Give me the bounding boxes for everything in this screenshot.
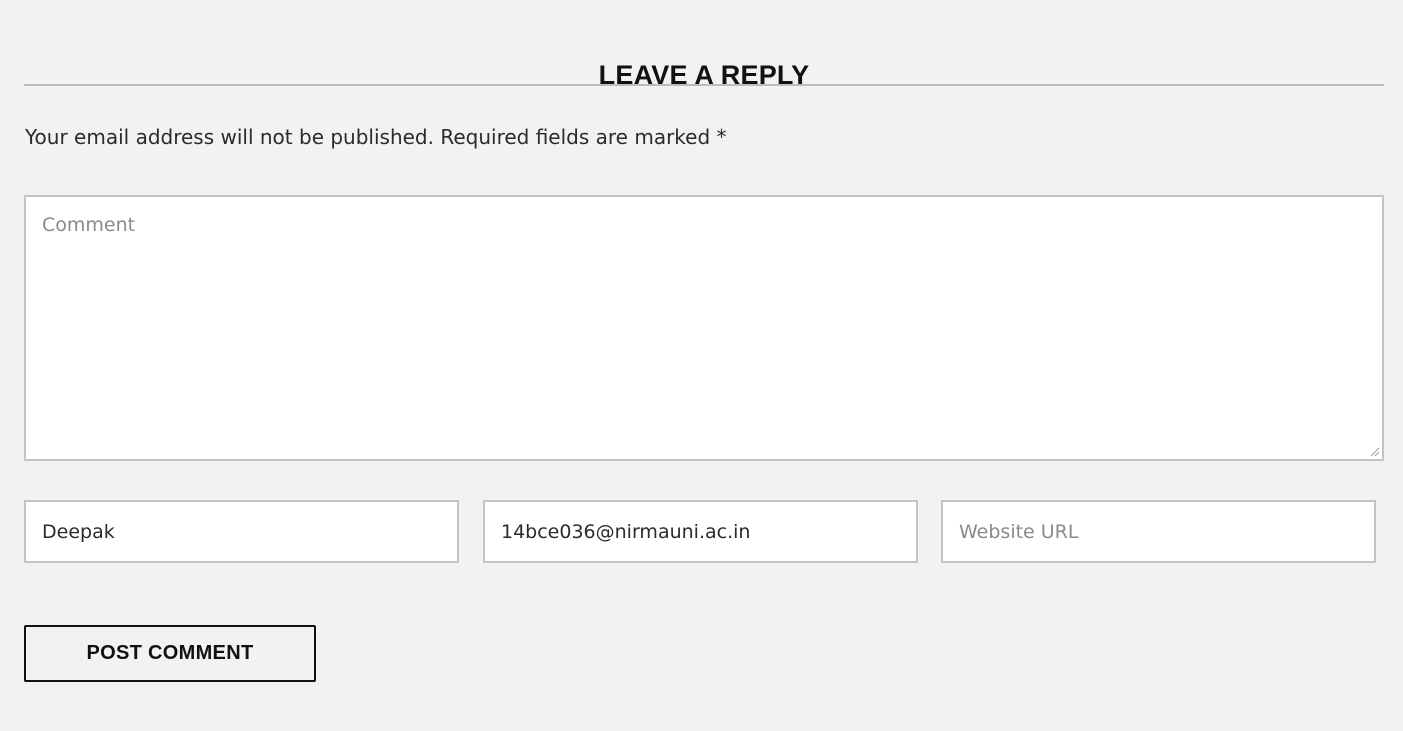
comment-field-wrapper	[24, 195, 1384, 461]
post-comment-button[interactable]: POST COMMENT	[24, 625, 316, 682]
comment-textarea[interactable]	[26, 197, 1382, 459]
reply-heading: LEAVE A REPLY	[598, 60, 810, 91]
email-input[interactable]	[485, 502, 916, 561]
resize-grip-icon[interactable]	[1370, 447, 1380, 457]
required-fields-notice: Your email address will not be published…	[25, 125, 727, 149]
website-url-input[interactable]	[943, 502, 1374, 561]
heading-divider	[24, 84, 1384, 86]
name-field-wrapper	[24, 500, 459, 563]
website-field-wrapper	[941, 500, 1376, 563]
email-field-wrapper	[483, 500, 918, 563]
name-input[interactable]	[26, 502, 457, 561]
